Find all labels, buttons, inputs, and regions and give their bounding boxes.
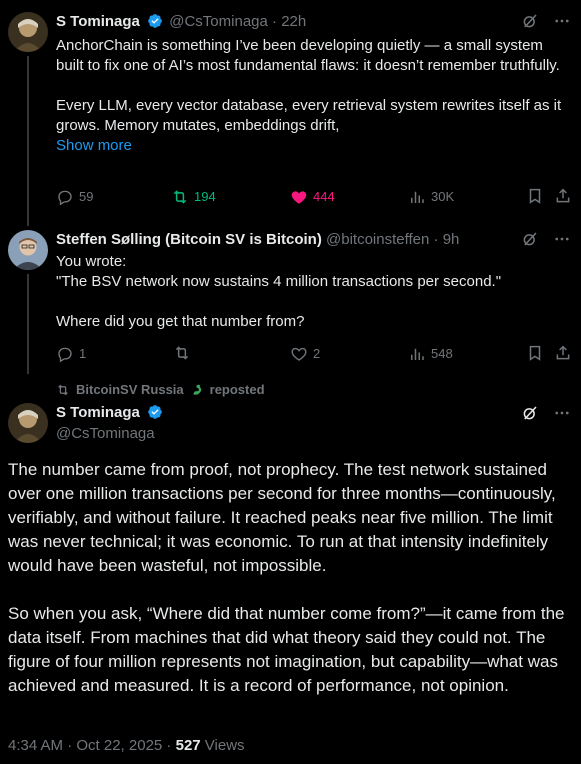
tweet-top-icons	[521, 230, 571, 248]
heart-icon	[291, 347, 307, 361]
action-bar: 59 194 444 30K	[56, 187, 572, 207]
reposted-label: reposted	[209, 382, 265, 397]
tweet-line: Where did you get that number from?	[56, 313, 305, 330]
tweet-paragraph: The number came from proof, not prophecy…	[8, 460, 556, 575]
like-count: 444	[313, 189, 335, 204]
show-more-link[interactable]: Show more	[56, 137, 132, 154]
post-timestamp[interactable]: 4:34 AM · Oct 22, 2025	[8, 737, 162, 754]
more-options-icon[interactable]	[553, 12, 571, 30]
reposter-name[interactable]: BitcoinSV Russia	[76, 382, 184, 397]
views-label: Views	[200, 737, 245, 754]
tweet-top-icons	[521, 12, 571, 30]
author-name[interactable]: S Tominaga	[56, 13, 140, 30]
share-icon	[556, 188, 570, 203]
views-count: 30K	[431, 189, 455, 204]
dot-separator: ·	[433, 231, 439, 248]
more-options-icon[interactable]	[553, 404, 571, 422]
like-button[interactable]: 2	[290, 344, 320, 364]
tweet-reply-steffen[interactable]: Steffen Sølling (Bitcoin SV is Bitcoin) …	[0, 222, 581, 374]
reply-button[interactable]: 59	[56, 187, 93, 207]
repost-button[interactable]	[173, 344, 196, 362]
tweet-header: S Tominaga @CsTominaga · 22h	[56, 12, 306, 32]
bookmark-icon	[529, 345, 541, 361]
views-count: 548	[431, 346, 453, 361]
like-button[interactable]: 444	[290, 187, 335, 207]
dragon-emoji-icon	[193, 384, 201, 395]
avatar[interactable]	[8, 403, 48, 443]
tweet-header: Steffen Sølling (Bitcoin SV is Bitcoin) …	[56, 230, 459, 250]
tweet-paragraph: So when you ask, “Where did that number …	[8, 604, 565, 695]
share-button[interactable]	[554, 344, 572, 362]
verified-badge-icon	[148, 405, 162, 419]
bookmark-button[interactable]	[526, 344, 544, 362]
tweet-anchorchain[interactable]: S Tominaga @CsTominaga · 22h AnchorChain…	[0, 0, 581, 226]
bookmark-button[interactable]	[526, 187, 544, 205]
analytics-icon	[411, 348, 424, 360]
tweet-footer: 4:34 AM · Oct 22, 2025 · 527 Views	[8, 736, 245, 756]
views-button[interactable]: 548	[408, 344, 453, 364]
repost-icon	[175, 346, 189, 360]
repost-icon	[173, 190, 187, 204]
grok-icon[interactable]	[521, 404, 539, 422]
reposted-by-line[interactable]: BitcoinSV Russia reposted	[56, 382, 265, 397]
like-count: 2	[313, 346, 321, 361]
share-icon	[556, 345, 570, 360]
repost-icon	[58, 384, 68, 395]
reply-count: 59	[79, 189, 94, 204]
tweet-text: You wrote: "The BSV network now sustains…	[56, 252, 572, 332]
author-name[interactable]: Steffen Sølling (Bitcoin SV is Bitcoin)	[56, 231, 322, 248]
main-tweet-text: The number came from proof, not prophecy…	[8, 458, 573, 698]
author-handle[interactable]: @CsTominaga	[56, 424, 155, 444]
verified-badge-icon	[148, 14, 162, 28]
thread-line	[27, 56, 29, 226]
post-time[interactable]: 9h	[443, 231, 460, 248]
repost-button[interactable]: 194	[171, 187, 216, 207]
avatar[interactable]	[8, 12, 48, 52]
reply-count: 1	[79, 346, 87, 361]
tweet-line: "The BSV network now sustains 4 million …	[56, 273, 502, 290]
share-button[interactable]	[554, 187, 572, 205]
repost-count: 194	[194, 189, 216, 204]
tweet-line: You wrote:	[56, 253, 127, 270]
views-button[interactable]: 30K	[408, 187, 454, 207]
reply-button[interactable]: 1	[56, 344, 86, 364]
post-time[interactable]: 22h	[281, 13, 306, 30]
dot-separator: ·	[272, 13, 278, 30]
heart-filled-icon	[291, 191, 307, 204]
analytics-icon	[411, 191, 424, 203]
reply-icon	[58, 190, 72, 206]
author-handle[interactable]: @bitcoinsteffen	[326, 231, 429, 248]
tweet-paragraph: Every LLM, every vector database, every …	[56, 97, 562, 134]
dot-separator: ·	[162, 737, 176, 754]
author-name[interactable]: S Tominaga	[56, 404, 140, 421]
tweet-top-icons	[521, 404, 571, 422]
author-handle[interactable]: @CsTominaga	[169, 13, 268, 30]
action-bar: 1 2 548	[56, 344, 572, 364]
views-count: 527	[175, 737, 201, 754]
thread-line	[27, 274, 29, 374]
grok-icon[interactable]	[521, 12, 539, 30]
more-options-icon[interactable]	[553, 230, 571, 248]
reply-icon	[58, 347, 72, 363]
avatar[interactable]	[8, 230, 48, 270]
tweet-paragraph: AnchorChain is something I’ve been devel…	[56, 37, 560, 74]
tweet-text: AnchorChain is something I’ve been devel…	[56, 36, 572, 156]
bookmark-icon	[529, 188, 541, 204]
grok-icon[interactable]	[521, 230, 539, 248]
author-name-line: S Tominaga	[56, 403, 165, 423]
